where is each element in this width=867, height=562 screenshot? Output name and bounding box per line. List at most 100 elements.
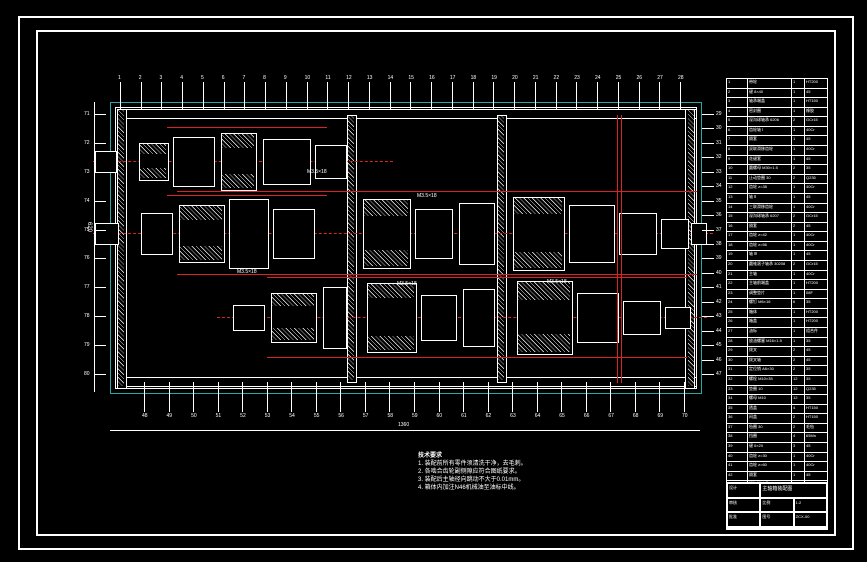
bom-qty: 2: [792, 424, 805, 433]
leader-31: [702, 143, 714, 144]
bom-no: 9: [727, 156, 748, 165]
bom-no: 39: [727, 443, 748, 452]
leader-64: [537, 382, 538, 412]
bom-row-6[interactable]: 6齿轮轴 Ⅰ140Cr: [727, 127, 827, 137]
bom-row-24[interactable]: 24螺钉 M6×16635: [727, 299, 827, 309]
bom-row-14[interactable]: 14三联滑移齿轮140Cr: [727, 204, 827, 214]
bom-row-42[interactable]: 42隔套145: [727, 472, 827, 482]
bom-row-13[interactable]: 13轴 Ⅱ145: [727, 194, 827, 204]
leader-65: [561, 382, 562, 412]
balloon-28: 28: [678, 76, 684, 81]
bom-row-4[interactable]: 4密封圈1橡胶: [727, 108, 827, 118]
bom-name: 透盖: [748, 405, 792, 414]
bom-qty: 1: [792, 290, 805, 299]
leader-5: [203, 82, 204, 110]
bom-qty: 1: [792, 98, 805, 107]
bom-name: 螺钉 M6×16: [748, 299, 792, 308]
bom-qty: 1: [792, 156, 805, 165]
balloon-39: 39: [716, 256, 722, 261]
bom-mat: HT150: [805, 98, 827, 107]
bom-row-28[interactable]: 28放油螺塞 M16×1.5135: [727, 338, 827, 348]
parts-list-table[interactable]: 1带轮1HT2002键 8×401453轴承端盖1HT1504密封圈1橡胶5深沟…: [726, 78, 828, 530]
bom-row-9[interactable]: 9花键套145: [727, 156, 827, 166]
leader-70: [684, 382, 685, 412]
drawing-border: M3.5×18 M3.5×18 M3.5×18 M3.5×18 M3.5×18: [110, 102, 702, 394]
bom-row-19[interactable]: 19轴 Ⅲ145: [727, 251, 827, 261]
bom-row-26[interactable]: 26箱盖1HT200: [727, 318, 827, 328]
bom-qty: 1: [792, 338, 805, 347]
balloon-31: 31: [716, 141, 722, 146]
bom-row-8[interactable]: 8双联滑移齿轮140Cr: [727, 146, 827, 156]
balloon-62: 62: [486, 414, 492, 419]
balloon-51: 51: [216, 414, 222, 419]
bom-row-31[interactable]: 31定位销 A6×30235: [727, 366, 827, 376]
bom-mat: 65Mn: [805, 433, 827, 442]
bom-qty: 2: [792, 347, 805, 356]
bom-row-21[interactable]: 21主轴140Cr: [727, 271, 827, 281]
bom-row-25[interactable]: 25箱体1HT200: [727, 309, 827, 319]
bom-row-15[interactable]: 15深沟球轴承 62072GCr15: [727, 213, 827, 223]
bom-row-39[interactable]: 39键 6×20345: [727, 443, 827, 453]
bom-no: 28: [727, 338, 748, 347]
bom-row-17[interactable]: 17齿轮 z=42140Cr: [727, 232, 827, 242]
bom-name: 隔套: [748, 136, 792, 145]
leader-40: [702, 273, 714, 274]
bom-row-37[interactable]: 37毡圈 302毛毡: [727, 424, 827, 434]
bom-row-11[interactable]: 11止动垫圈 302Q235: [727, 175, 827, 185]
bom-row-34[interactable]: 34螺母 M101235: [727, 395, 827, 405]
bom-row-33[interactable]: 33垫圈 1012Q235: [727, 386, 827, 396]
balloon-50: 50: [191, 414, 197, 419]
bom-mat: Q235: [805, 386, 827, 395]
bom-row-5[interactable]: 5深沟球轴承 62062GCr15: [727, 117, 827, 127]
tb-dwgno-label: 图号: [760, 512, 793, 527]
leader-56: [340, 382, 341, 412]
balloon-10: 10: [305, 76, 311, 81]
bom-no: 26: [727, 318, 748, 327]
bom-row-2[interactable]: 2键 8×40145: [727, 89, 827, 99]
bom-row-10[interactable]: 10圆螺母 M30×1.5235: [727, 165, 827, 175]
balloon-64: 64: [535, 414, 541, 419]
leader-28: [680, 82, 681, 110]
bom-qty: 1: [792, 204, 805, 213]
bom-row-30[interactable]: 30拨叉轴245: [727, 357, 827, 367]
bom-no: 21: [727, 271, 748, 280]
leader-42: [702, 302, 714, 303]
balloon-49: 49: [167, 414, 173, 419]
bom-row-41[interactable]: 41齿轮 z=60140Cr: [727, 462, 827, 472]
balloon-33: 33: [716, 170, 722, 175]
bom-row-27[interactable]: 27油标1组合件: [727, 328, 827, 338]
balloon-18: 18: [471, 76, 477, 81]
bom-mat: 毛毡: [805, 424, 827, 433]
leader-14: [390, 82, 391, 110]
bom-row-1[interactable]: 1带轮1HT200: [727, 79, 827, 89]
bom-row-22[interactable]: 22主轴前端盖1HT200: [727, 280, 827, 290]
balloon-59: 59: [412, 414, 418, 419]
bom-row-18[interactable]: 18齿轮 z=56140Cr: [727, 242, 827, 252]
overall-length-dim: 1360: [398, 422, 409, 428]
bom-row-36[interactable]: 36闷盖2HT150: [727, 414, 827, 424]
balloon-42: 42: [716, 300, 722, 305]
bom-mat: 45: [805, 357, 827, 366]
balloon-23: 23: [574, 76, 580, 81]
bom-row-20[interactable]: 20圆锥滚子轴承 302082GCr15: [727, 261, 827, 271]
bom-row-40[interactable]: 40齿轮 z=30140Cr: [727, 453, 827, 463]
leader-69: [659, 382, 660, 412]
bom-row-16[interactable]: 16隔套245: [727, 223, 827, 233]
bom-row-7[interactable]: 7隔套145: [727, 136, 827, 146]
bom-row-35[interactable]: 35透盖4HT150: [727, 405, 827, 415]
bom-row-38[interactable]: 38挡圈465Mn: [727, 433, 827, 443]
leader-44: [702, 331, 714, 332]
bom-row-29[interactable]: 29拨叉245: [727, 347, 827, 357]
bom-qty: 2: [792, 366, 805, 375]
bom-row-3[interactable]: 3轴承端盖1HT150: [727, 98, 827, 108]
bom-row-12[interactable]: 12齿轮 z=38140Cr: [727, 184, 827, 194]
balloon-77: 77: [84, 285, 90, 290]
leader-11: [327, 82, 328, 110]
assembly-section-view[interactable]: M3.5×18 M3.5×18 M3.5×18 M3.5×18 M3.5×18: [117, 109, 695, 387]
bom-row-23[interactable]: 23调整垫片108F: [727, 290, 827, 300]
bom-row-32[interactable]: 32螺栓 M10×351235: [727, 376, 827, 386]
bom-qty: 2: [792, 357, 805, 366]
balloon-4: 4: [180, 76, 183, 81]
section-label-d: M3.5×18: [397, 281, 417, 287]
balloon-15: 15: [408, 76, 414, 81]
